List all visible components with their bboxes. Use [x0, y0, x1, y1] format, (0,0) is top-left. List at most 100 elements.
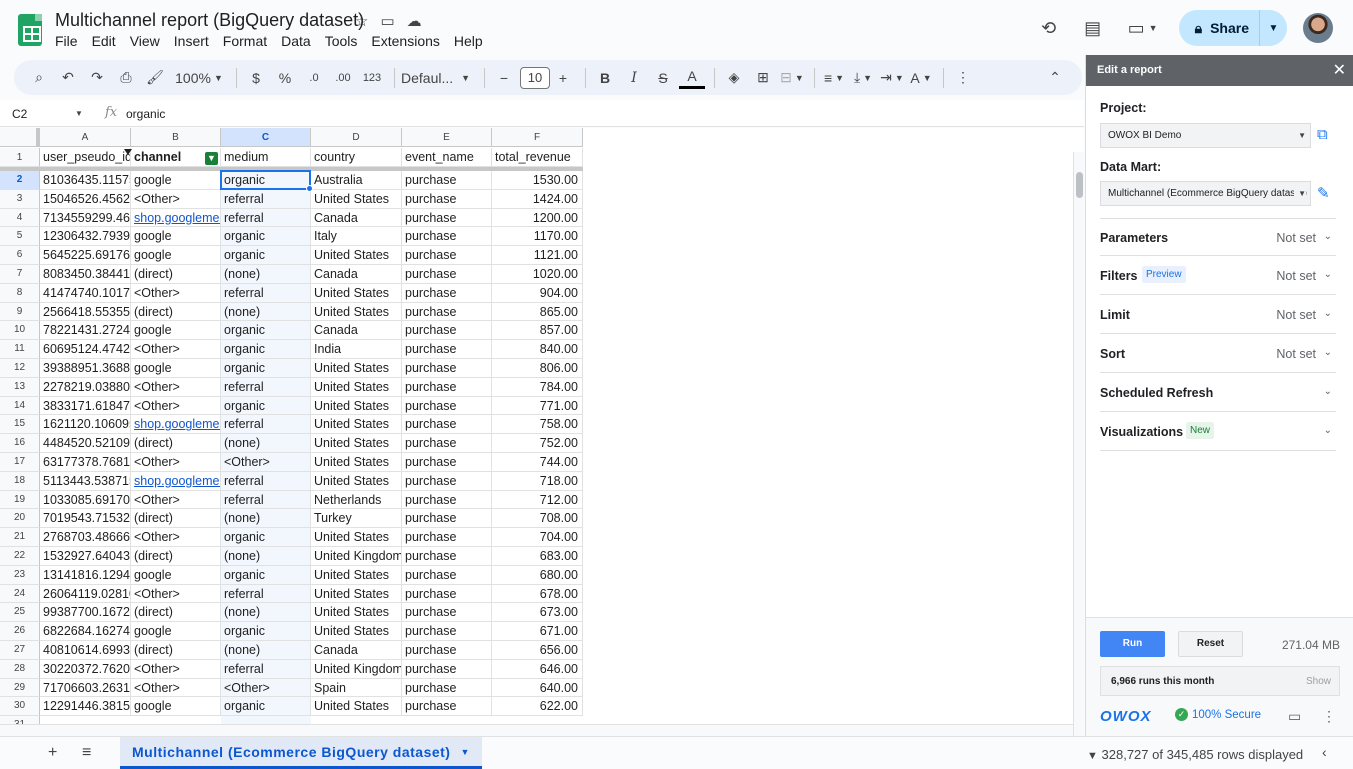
table-cell[interactable]: 712.00 — [492, 490, 583, 510]
table-cell[interactable]: purchase — [402, 189, 492, 209]
table-cell[interactable]: (none) — [221, 434, 311, 453]
table-cell[interactable]: (none) — [221, 302, 311, 322]
table-cell[interactable]: purchase — [402, 490, 492, 510]
table-cell[interactable]: referral — [221, 659, 311, 679]
zoom-select[interactable]: 100% ▼ — [171, 65, 227, 91]
table-cell[interactable]: United States — [311, 189, 402, 209]
table-cell[interactable]: 678.00 — [492, 584, 583, 604]
table-cell[interactable]: organic — [221, 359, 311, 378]
table-cell[interactable]: 26064119.02810 — [40, 584, 131, 604]
search-menus-icon[interactable]: ⌕ — [26, 65, 52, 91]
section-limit[interactable]: Limit Not set ⌄ — [1100, 296, 1336, 334]
table-cell[interactable]: (none) — [221, 603, 311, 623]
avatar[interactable] — [1303, 13, 1333, 43]
row-header[interactable]: 28 — [0, 659, 40, 679]
more-options-icon[interactable]: ⋮ — [950, 65, 976, 91]
table-cell[interactable]: purchase — [402, 265, 492, 284]
table-cell[interactable]: 7134559299.460 — [40, 208, 131, 228]
column-header-a[interactable]: A — [40, 128, 131, 147]
scrollbar-thumb[interactable] — [1076, 172, 1083, 198]
table-cell[interactable]: United States — [311, 359, 402, 378]
row-header[interactable]: 15 — [0, 415, 40, 435]
table-cell[interactable]: United States — [311, 528, 402, 547]
meet-icon[interactable]: ▭ ▼ — [1123, 14, 1163, 42]
reset-button[interactable]: Reset — [1178, 631, 1243, 657]
table-cell[interactable]: <Other> — [131, 678, 221, 698]
row-header[interactable]: 26 — [0, 622, 40, 641]
row-header[interactable]: 11 — [0, 340, 40, 359]
section-parameters[interactable]: Parameters Not set ⌄ — [1100, 218, 1336, 256]
show-link[interactable]: Show — [1306, 676, 1331, 687]
table-cell[interactable]: 1200.00 — [492, 208, 583, 228]
star-icon[interactable]: ☆ — [355, 12, 368, 30]
table-cell[interactable]: Canada — [311, 321, 402, 341]
table-cell[interactable]: United States — [311, 565, 402, 585]
spreadsheet-grid[interactable]: A B C D E F 1 2 3 4 5 6 7 8 9 10 11 12 13 14 15 16 17 18 19 20 21 2… — [0, 128, 1084, 736]
paint-format-icon[interactable]: 🖌︎ — [142, 65, 168, 91]
table-cell[interactable]: google — [131, 622, 221, 641]
table-cell[interactable]: (direct) — [131, 302, 221, 322]
table-cell[interactable]: 622.00 — [492, 697, 583, 717]
row-header[interactable]: 6 — [0, 246, 40, 265]
table-cell[interactable]: 708.00 — [492, 509, 583, 529]
table-cell[interactable]: 857.00 — [492, 321, 583, 341]
menu-format[interactable]: Format — [216, 33, 274, 49]
table-cell[interactable]: 1530.00 — [492, 171, 583, 190]
table-cell[interactable]: 13141816.12949 — [40, 565, 131, 585]
row-header[interactable]: 8 — [0, 283, 40, 303]
table-cell[interactable]: 2566418.553551 — [40, 302, 131, 322]
table-cell[interactable]: referral — [221, 189, 311, 209]
table-cell[interactable]: (direct) — [131, 509, 221, 529]
table-cell[interactable]: 806.00 — [492, 359, 583, 378]
table-cell[interactable]: Netherlands — [311, 490, 402, 510]
collapse-menus-icon[interactable]: ⌃ — [1042, 65, 1068, 91]
table-cell[interactable]: (none) — [221, 509, 311, 529]
table-cell[interactable]: referral — [221, 471, 311, 491]
table-cell[interactable]: purchase — [402, 641, 492, 660]
column-header-cell[interactable]: country — [311, 148, 402, 167]
row-header[interactable]: 23 — [0, 565, 40, 585]
table-cell[interactable]: 4484520.521096 — [40, 434, 131, 453]
row-header[interactable]: 4 — [0, 208, 40, 228]
vertical-scrollbar[interactable] — [1073, 152, 1084, 736]
row-header[interactable]: 10 — [0, 321, 40, 341]
table-cell[interactable]: 718.00 — [492, 471, 583, 491]
fill-handle[interactable] — [306, 184, 313, 192]
table-cell[interactable]: purchase — [402, 697, 492, 717]
table-cell[interactable]: shop.googlemerc — [131, 415, 221, 435]
italic-icon[interactable]: I — [621, 65, 647, 91]
table-cell[interactable]: <Other> — [131, 659, 221, 679]
row-header[interactable]: 21 — [0, 528, 40, 547]
section-filters[interactable]: Filters Preview Not set ⌄ — [1100, 257, 1336, 295]
merge-cells-icon[interactable]: ⊟ ▼ — [779, 65, 805, 91]
table-cell[interactable]: referral — [221, 490, 311, 510]
table-cell[interactable]: purchase — [402, 302, 492, 322]
table-cell[interactable]: purchase — [402, 321, 492, 341]
horizontal-scrollbar[interactable] — [0, 724, 1073, 736]
table-cell[interactable]: shop.googlemerc — [131, 208, 221, 228]
row-header[interactable]: 12 — [0, 359, 40, 378]
table-cell[interactable]: organic — [221, 321, 311, 341]
table-cell[interactable]: 30220372.76206 — [40, 659, 131, 679]
table-cell[interactable]: google — [131, 697, 221, 717]
table-cell[interactable]: purchase — [402, 434, 492, 453]
table-cell[interactable]: United States — [311, 283, 402, 303]
table-cell[interactable]: Canada — [311, 265, 402, 284]
table-cell[interactable]: <Other> — [131, 340, 221, 359]
table-cell[interactable]: purchase — [402, 340, 492, 359]
all-sheets-icon[interactable]: ≡ — [82, 744, 91, 762]
run-button[interactable]: Run — [1100, 631, 1165, 657]
row-header[interactable]: 7 — [0, 265, 40, 284]
table-cell[interactable]: <Other> — [131, 377, 221, 397]
chevron-down-icon[interactable]: ▼ — [75, 109, 83, 118]
table-cell[interactable]: Canada — [311, 208, 402, 228]
table-cell[interactable]: <Other> — [131, 283, 221, 303]
table-cell[interactable]: 704.00 — [492, 528, 583, 547]
table-cell[interactable]: purchase — [402, 622, 492, 641]
table-cell[interactable]: 15046526.45620 — [40, 189, 131, 209]
name-box[interactable]: C2 — [12, 107, 27, 121]
table-cell[interactable]: google — [131, 359, 221, 378]
table-cell[interactable]: purchase — [402, 396, 492, 416]
table-cell[interactable]: shop.googlemerc — [131, 471, 221, 491]
table-cell[interactable]: google — [131, 565, 221, 585]
